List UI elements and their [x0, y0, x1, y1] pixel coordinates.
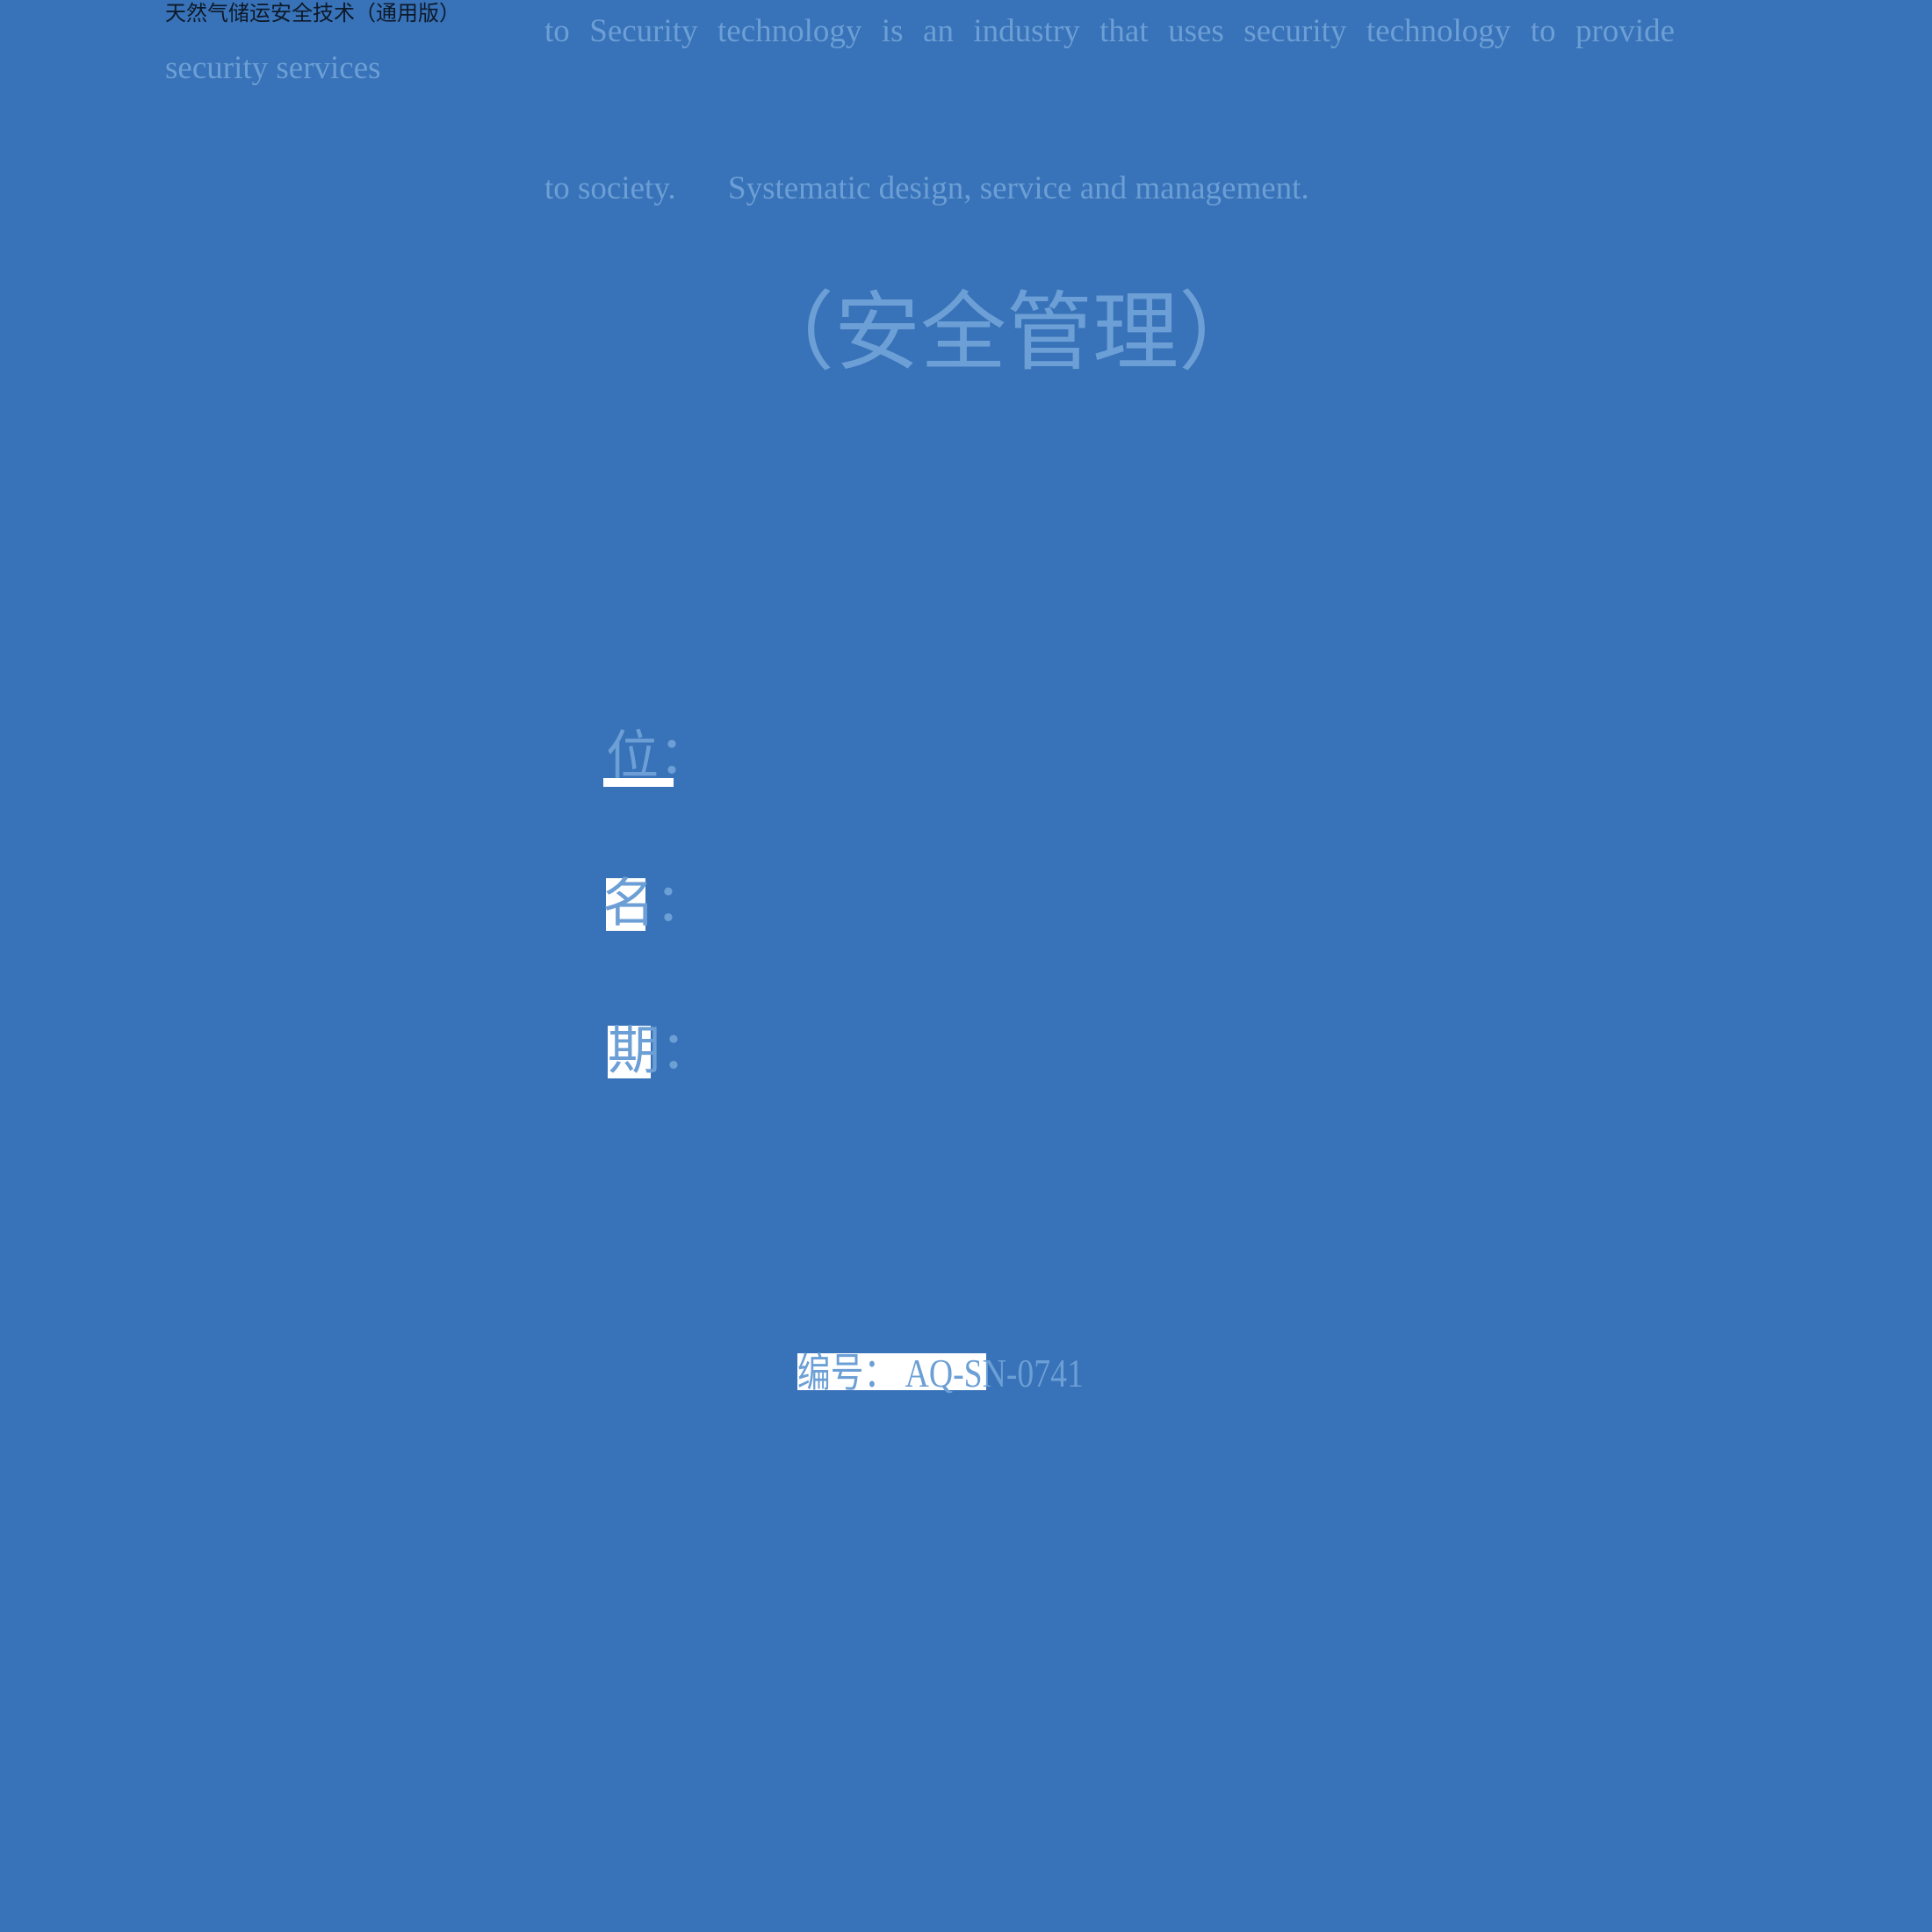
intro-text-line-2a: to society. [544, 170, 676, 206]
intro-text-line-1: to Security technology is an industry th… [544, 13, 1675, 49]
field-unit: 位： [602, 725, 711, 787]
intro-left-fragment: security services [165, 50, 381, 86]
main-title: （安全管理） [748, 286, 1265, 381]
document-number-text: 编号： AQ-SN-0741 [797, 1351, 1084, 1395]
intro-text-line-2b: Systematic design, service and managemen… [728, 170, 1309, 206]
document-header-title: 天然气储运安全技术（通用版） [165, 3, 460, 25]
document-number: 编号： AQ-SN-0741 [797, 1347, 1096, 1400]
field-date: 期： [602, 1020, 713, 1082]
field-date-label: 期： [608, 1022, 713, 1080]
field-name: 名： [602, 873, 708, 934]
field-unit-label: 位： [606, 727, 711, 785]
document-page: { "page": { "background_color": "#3872b8… [0, 0, 1932, 1932]
field-name-label: 名： [602, 875, 708, 933]
